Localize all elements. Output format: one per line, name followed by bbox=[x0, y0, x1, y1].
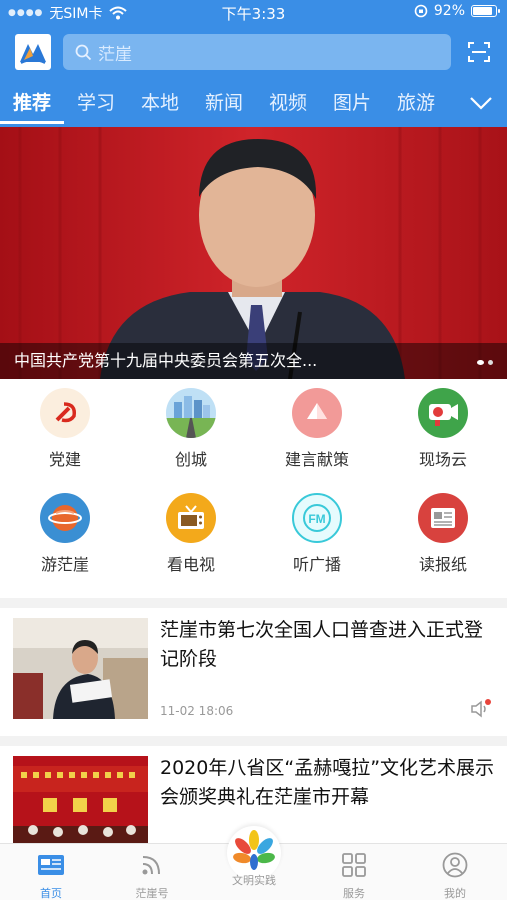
news-title: 2020年八省区“孟赫嘎拉”文化艺术展示会颁奖典礼在茫崖市开幕 bbox=[160, 757, 495, 808]
camera-icon bbox=[418, 388, 468, 438]
status-bar: ●●●● 无SIM卡 下午3:33 92% bbox=[0, 0, 507, 24]
app-header: ●●●● 无SIM卡 下午3:33 92% 茫崖 推荐 学习 本地 新闻 视频 … bbox=[0, 0, 507, 127]
search-placeholder: 茫崖 bbox=[98, 44, 132, 65]
rss-icon bbox=[142, 856, 160, 875]
tab-travel[interactable]: 旅游 bbox=[384, 86, 448, 124]
search-input[interactable]: 茫崖 bbox=[63, 34, 451, 70]
svg-text:FM: FM bbox=[308, 512, 325, 526]
nav-services[interactable]: 服务 bbox=[304, 852, 404, 900]
grid-item-radio[interactable]: FM 听广播 bbox=[257, 493, 377, 575]
hero-banner[interactable]: 中国共产党第十九届中央委员会第五次全... bbox=[0, 127, 507, 379]
app-logo[interactable] bbox=[15, 34, 51, 70]
news-title: 茫崖市第七次全国人口普查进入正式登记阶段 bbox=[160, 619, 484, 670]
rotation-lock-icon bbox=[414, 4, 428, 18]
grid-item-live-cloud[interactable]: 现场云 bbox=[383, 388, 503, 470]
battery-icon bbox=[471, 5, 500, 17]
grid-item-tour[interactable]: 游茫崖 bbox=[5, 493, 125, 575]
nav-home[interactable]: 首页 bbox=[1, 852, 101, 900]
hero-photo bbox=[0, 127, 507, 379]
tab-recommend[interactable]: 推荐 bbox=[0, 86, 64, 124]
chevron-down-icon[interactable] bbox=[469, 94, 493, 112]
section-divider bbox=[0, 598, 507, 608]
search-icon bbox=[75, 44, 92, 60]
flower-logo-icon bbox=[233, 830, 275, 870]
tab-local[interactable]: 本地 bbox=[128, 86, 192, 124]
news-item[interactable]: 茫崖市第七次全国人口普查进入正式登记阶段 11-02 18:06 bbox=[0, 608, 507, 734]
tab-video[interactable]: 视频 bbox=[256, 86, 320, 124]
news-time: 11-02 18:06 bbox=[160, 704, 234, 718]
hero-caption: 中国共产党第十九届中央委员会第五次全... bbox=[0, 343, 507, 379]
tab-study[interactable]: 学习 bbox=[64, 86, 128, 124]
tab-pictures[interactable]: 图片 bbox=[320, 86, 384, 124]
battery-percent: 92% bbox=[433, 3, 465, 19]
grid-item-tv[interactable]: 看电视 bbox=[131, 493, 251, 575]
grid-icon bbox=[342, 853, 366, 877]
scan-icon[interactable] bbox=[467, 40, 491, 64]
user-icon bbox=[442, 852, 468, 878]
grid-item-newspaper[interactable]: 读报纸 bbox=[383, 493, 503, 575]
carousel-dots bbox=[477, 360, 493, 365]
news-thumbnail bbox=[13, 756, 148, 857]
speaker-icon[interactable] bbox=[469, 698, 491, 720]
tv-icon bbox=[166, 493, 216, 543]
nav-me[interactable]: 我的 bbox=[405, 852, 505, 900]
news-thumbnail bbox=[13, 618, 148, 719]
grid-item-civilized-city[interactable]: 创城 bbox=[131, 388, 251, 470]
category-tabs: 推荐 学习 本地 新闻 视频 图片 旅游 bbox=[0, 86, 507, 124]
quick-access-grid: 党建 创城 建言献策 现场云 游茫崖 看电视 FM 听广播 读报纸 bbox=[0, 388, 507, 593]
party-emblem-icon bbox=[40, 388, 90, 438]
grid-item-suggestions[interactable]: 建言献策 bbox=[257, 388, 377, 470]
tab-news[interactable]: 新闻 bbox=[192, 86, 256, 124]
home-icon bbox=[38, 855, 64, 875]
city-road-icon bbox=[166, 388, 216, 438]
grid-item-party[interactable]: 党建 bbox=[5, 388, 125, 470]
newspaper-icon bbox=[418, 493, 468, 543]
radio-fm-icon: FM bbox=[292, 493, 342, 543]
nav-mangya-account[interactable]: 茫崖号 bbox=[102, 852, 202, 900]
bottom-navigation: 首页 茫崖号 文明实践 服务 我的 bbox=[0, 826, 507, 900]
section-divider bbox=[0, 736, 507, 746]
globe-icon bbox=[40, 493, 90, 543]
paper-plane-icon bbox=[292, 388, 342, 438]
nav-civilization-practice[interactable]: 文明实践 bbox=[204, 830, 304, 888]
